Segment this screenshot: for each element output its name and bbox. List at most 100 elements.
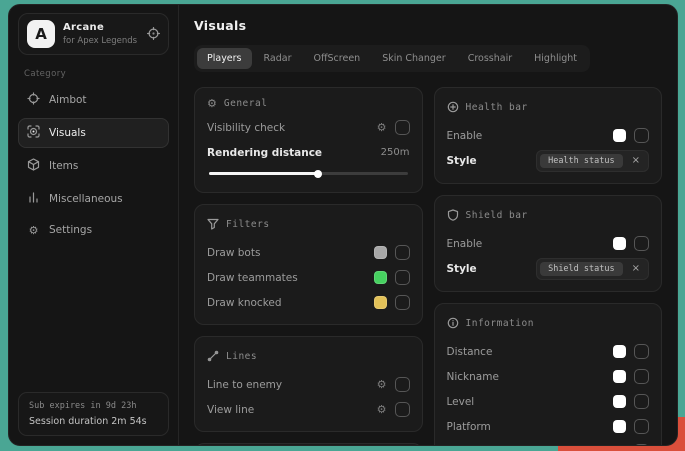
setting-label: Visibility check	[207, 122, 285, 134]
style-tag: Shield status	[540, 262, 623, 276]
sidebar: A Arcane for Apex Legends Category Aimbo…	[9, 5, 179, 445]
bars-icon	[27, 191, 40, 207]
subscription-box: Sub expires in 9d 23h Session duration 2…	[18, 392, 169, 436]
card-health-bar: Health bar Enable Style Health status	[434, 87, 663, 184]
setting-label: Level	[447, 396, 475, 408]
eye-scan-icon	[27, 125, 40, 141]
left-column: ⚙ General Visibility check ⚙ Rendering d…	[194, 87, 423, 446]
page-title: Visuals	[194, 18, 662, 33]
crosshair-icon	[27, 92, 40, 108]
sidebar-item-settings[interactable]: ⚙ Settings	[18, 217, 169, 243]
sidebar-item-label: Miscellaneous	[49, 193, 123, 205]
sidebar-item-visuals[interactable]: Visuals	[18, 118, 169, 148]
rendering-distance-slider[interactable]	[209, 172, 408, 175]
card-information: Information Distance Nickname	[434, 303, 663, 446]
setting-row-legend-name: Legend name	[447, 441, 650, 446]
draw-bots-checkbox[interactable]	[395, 245, 410, 260]
line-to-enemy-checkbox[interactable]	[395, 377, 410, 392]
app-subtitle: for Apex Legends	[63, 36, 139, 46]
setting-label: Draw teammates	[207, 272, 298, 284]
card-general: ⚙ General Visibility check ⚙ Rendering d…	[194, 87, 423, 193]
health-enable-checkbox[interactable]	[634, 128, 649, 143]
tab-offscreen[interactable]: OffScreen	[304, 48, 371, 69]
visibility-check-checkbox[interactable]	[395, 120, 410, 135]
configure-gear-icon[interactable]: ⚙	[377, 404, 387, 415]
setting-label: Draw bots	[207, 247, 260, 259]
view-line-checkbox[interactable]	[395, 402, 410, 417]
setting-label: Style	[447, 155, 477, 167]
setting-label: Draw knocked	[207, 297, 282, 309]
health-style-select[interactable]: Health status ×	[536, 150, 649, 172]
setting-row-health-enable: Enable	[447, 125, 650, 146]
level-checkbox[interactable]	[634, 394, 649, 409]
tab-skin-changer[interactable]: Skin Changer	[372, 48, 456, 69]
tab-highlight[interactable]: Highlight	[524, 48, 587, 69]
card-filters: Filters Draw bots Draw teammates	[194, 204, 423, 325]
configure-gear-icon[interactable]: ⚙	[377, 122, 387, 133]
color-swatch[interactable]	[613, 370, 626, 383]
setting-label: Style	[447, 263, 477, 275]
app-logo: A	[27, 20, 55, 48]
tab-players[interactable]: Players	[197, 48, 252, 69]
sidebar-item-miscellaneous[interactable]: Miscellaneous	[18, 184, 169, 214]
draw-teammates-checkbox[interactable]	[395, 270, 410, 285]
color-swatch[interactable]	[613, 420, 626, 433]
target-icon[interactable]	[147, 25, 160, 44]
color-swatch[interactable]	[613, 237, 626, 250]
health-icon	[447, 98, 459, 117]
sidebar-item-label: Items	[49, 160, 78, 172]
setting-row-rendering-distance: Rendering distance 250m	[207, 142, 410, 163]
card-box: Box Enable Enable background	[194, 443, 423, 446]
setting-label: View line	[207, 404, 254, 416]
card-title: Lines	[226, 351, 257, 362]
setting-row-shield-enable: Enable	[447, 233, 650, 254]
sidebar-item-aimbot[interactable]: Aimbot	[18, 85, 169, 115]
color-swatch[interactable]	[613, 395, 626, 408]
setting-row-distance: Distance	[447, 341, 650, 362]
color-swatch[interactable]	[374, 246, 387, 259]
shield-enable-checkbox[interactable]	[634, 236, 649, 251]
platform-checkbox[interactable]	[634, 419, 649, 434]
close-icon[interactable]: ×	[632, 156, 640, 166]
session-duration-text: Session duration 2m 54s	[29, 416, 158, 427]
tab-radar[interactable]: Radar	[254, 48, 302, 69]
setting-row-shield-style: Style Shield status ×	[447, 258, 650, 280]
color-swatch[interactable]	[613, 345, 626, 358]
setting-row-level: Level	[447, 391, 650, 412]
line-icon	[207, 347, 219, 366]
color-swatch[interactable]	[613, 129, 626, 142]
setting-label: Enable	[447, 130, 483, 142]
setting-row-visibility-check: Visibility check ⚙	[207, 117, 410, 138]
draw-knocked-checkbox[interactable]	[395, 295, 410, 310]
color-swatch[interactable]	[374, 296, 387, 309]
shield-icon	[447, 206, 459, 225]
sidebar-item-label: Visuals	[49, 127, 86, 139]
sidebar-item-label: Aimbot	[49, 94, 87, 106]
configure-gear-icon[interactable]: ⚙	[377, 379, 387, 390]
color-swatch[interactable]	[613, 445, 626, 446]
card-title: Information	[466, 318, 534, 329]
setting-label: Platform	[447, 421, 491, 433]
setting-label: Distance	[447, 346, 493, 358]
slider-thumb[interactable]	[314, 170, 322, 178]
setting-row-health-style: Style Health status ×	[447, 150, 650, 172]
brand-card: A Arcane for Apex Legends	[18, 13, 169, 55]
cube-icon	[27, 158, 40, 174]
card-shield-bar: Shield bar Enable Style Shield status	[434, 195, 663, 292]
color-swatch[interactable]	[374, 271, 387, 284]
card-lines: Lines Line to enemy ⚙ View line ⚙	[194, 336, 423, 432]
shield-style-select[interactable]: Shield status ×	[536, 258, 649, 280]
setting-row-view-line: View line ⚙	[207, 399, 410, 420]
setting-label: Rendering distance	[207, 147, 322, 159]
setting-row-draw-bots: Draw bots	[207, 242, 410, 263]
app-window: A Arcane for Apex Legends Category Aimbo…	[8, 4, 678, 446]
nickname-checkbox[interactable]	[634, 369, 649, 384]
card-title: Filters	[226, 219, 270, 230]
tab-crosshair[interactable]: Crosshair	[458, 48, 522, 69]
cards-grid: ⚙ General Visibility check ⚙ Rendering d…	[194, 87, 662, 446]
distance-checkbox[interactable]	[634, 344, 649, 359]
slider-fill	[209, 172, 318, 175]
close-icon[interactable]: ×	[632, 264, 640, 274]
legend-name-checkbox[interactable]	[634, 444, 649, 446]
sidebar-item-items[interactable]: Items	[18, 151, 169, 181]
